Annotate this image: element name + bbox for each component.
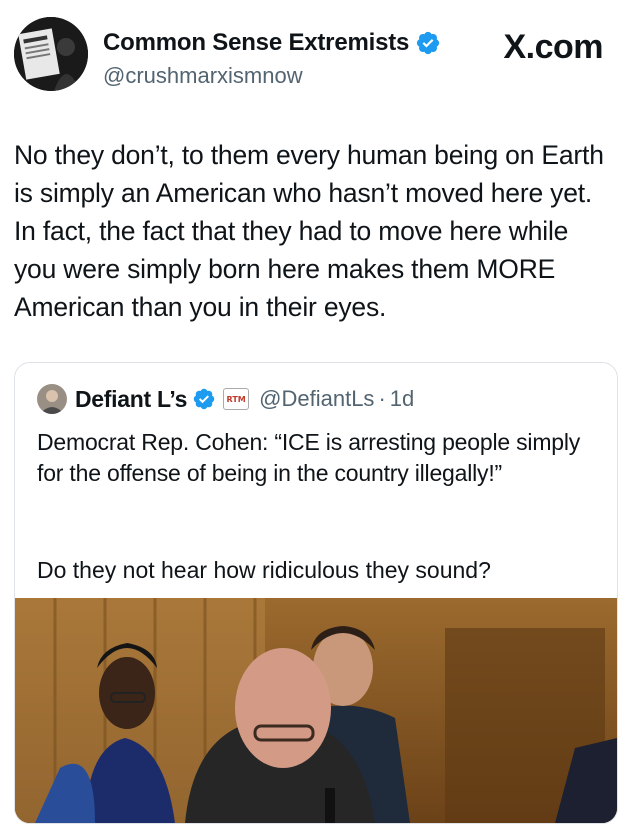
quoted-author-name[interactable]: Defiant L’s [75,386,187,413]
video-still-image[interactable] [15,598,617,823]
post-header: Common Sense Extremists @crushmarxismnow… [0,0,631,110]
author-avatar[interactable] [14,17,88,91]
quoted-post-text: Democrat Rep. Cohen: “ICE is arresting p… [37,429,581,486]
quoted-post-header: Defiant L’s RTM @DefiantLs · 1d [37,383,414,415]
author-name[interactable]: Common Sense Extremists [103,29,409,57]
quoted-post[interactable]: Defiant L’s RTM @DefiantLs · 1d Democrat… [14,362,618,824]
author-name-row: Common Sense Extremists [103,29,441,57]
brand-watermark: X.com [503,28,603,66]
affiliate-badge[interactable]: RTM [223,388,250,410]
quoted-post-text-2: Do they not hear how ridiculous they sou… [37,557,491,583]
quoted-author-avatar[interactable] [37,384,67,414]
quoted-author-handle[interactable]: @DefiantLs [259,386,374,412]
quoted-post-time[interactable]: 1d [390,386,414,412]
verified-badge-icon [193,388,215,410]
post-text: No they don’t, to them every human being… [14,140,604,322]
verified-badge-icon [417,31,440,55]
separator-dot: · [378,386,386,411]
author-handle[interactable]: @crushmarxismnow [103,63,303,89]
